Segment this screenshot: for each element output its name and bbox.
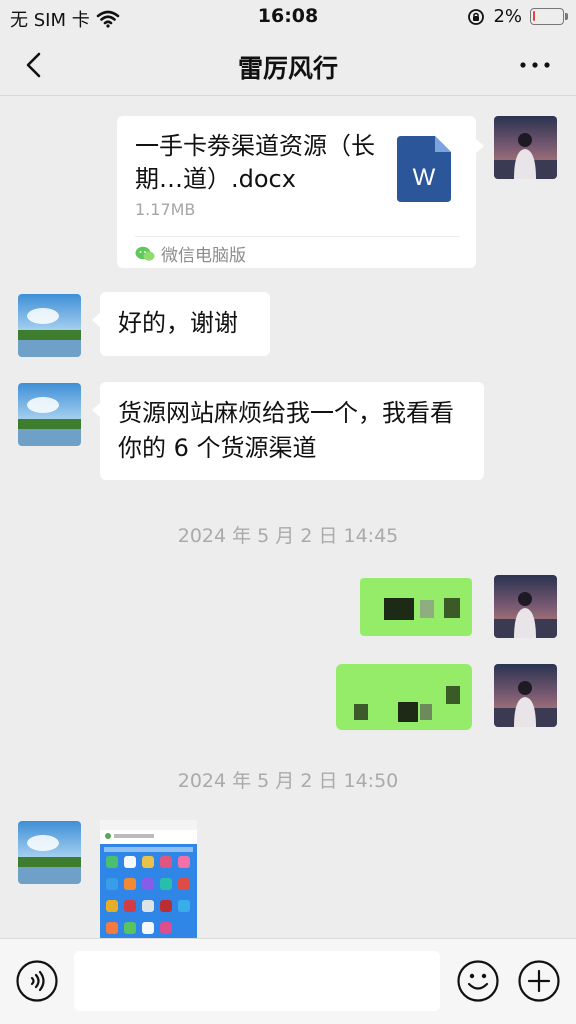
- word-icon-letter: W: [413, 164, 436, 191]
- input-bar: [0, 938, 576, 1024]
- message-timestamp: 2024 年 5 月 2 日 14:45: [177, 525, 399, 547]
- avatar-image: [18, 294, 81, 357]
- redaction-block: [444, 598, 460, 618]
- message-timestamp: 2024 年 5 月 2 日 14:50: [177, 770, 399, 792]
- contact-avatar[interactable]: [18, 821, 81, 884]
- file-source: 微信电脑版: [135, 241, 246, 266]
- more-dots-icon[interactable]: [518, 50, 552, 80]
- add-icon[interactable]: [518, 960, 560, 1002]
- status-right: 2%: [467, 6, 568, 27]
- screenshot-thumbnail: [100, 820, 197, 940]
- emoji-icon[interactable]: [457, 960, 499, 1002]
- contact-avatar[interactable]: [18, 294, 81, 357]
- redaction-block: [398, 702, 418, 722]
- my-avatar[interactable]: [494, 575, 557, 638]
- battery-percent: 2%: [493, 6, 522, 27]
- redaction-block: [420, 704, 432, 720]
- my-message-bubble[interactable]: [336, 664, 472, 730]
- avatar-image: [494, 116, 557, 179]
- voice-input-icon[interactable]: [16, 960, 58, 1002]
- message-text: 好的，谢谢: [118, 309, 238, 337]
- redaction-block: [354, 704, 368, 720]
- avatar-image: [18, 383, 81, 446]
- nav-bar: 雷厉风行: [0, 36, 576, 96]
- image-message[interactable]: [100, 820, 197, 940]
- file-size: 1.17MB: [135, 200, 196, 219]
- avatar-image: [18, 821, 81, 884]
- file-name: 一手卡劵渠道资源（长期…道）.docx: [135, 132, 375, 193]
- redaction-block: [446, 686, 460, 704]
- redaction-block: [384, 598, 414, 620]
- file-source-label: 微信电脑版: [161, 246, 246, 266]
- battery-level: [533, 11, 535, 21]
- my-avatar[interactable]: [494, 664, 557, 727]
- my-avatar[interactable]: [494, 116, 557, 179]
- my-message-bubble[interactable]: [360, 578, 472, 636]
- status-bar: 无 SIM 卡 16:08 2%: [0, 0, 576, 36]
- message-bubble[interactable]: 货源网站麻烦给我一个，我看看你的 6 个货源渠道: [92, 382, 484, 480]
- file-message[interactable]: 一手卡劵渠道资源（长期…道）.docx 1.17MB W 微信电脑版: [117, 116, 484, 268]
- battery-icon: [530, 8, 568, 25]
- word-document-icon: W: [397, 136, 451, 202]
- avatar-image: [494, 664, 557, 727]
- message-text: 货源网站麻烦给我一个，我看看你的 6 个货源渠道: [118, 399, 454, 462]
- file-divider: [135, 236, 460, 237]
- redaction-block: [420, 600, 434, 618]
- chat-title: 雷厉风行: [237, 54, 338, 83]
- avatar-image: [494, 575, 557, 638]
- wechat-icon: [135, 246, 155, 261]
- contact-avatar[interactable]: [18, 383, 81, 446]
- message-bubble[interactable]: 好的，谢谢: [92, 292, 270, 356]
- message-input[interactable]: [74, 951, 440, 1011]
- orientation-lock-icon: [468, 8, 485, 25]
